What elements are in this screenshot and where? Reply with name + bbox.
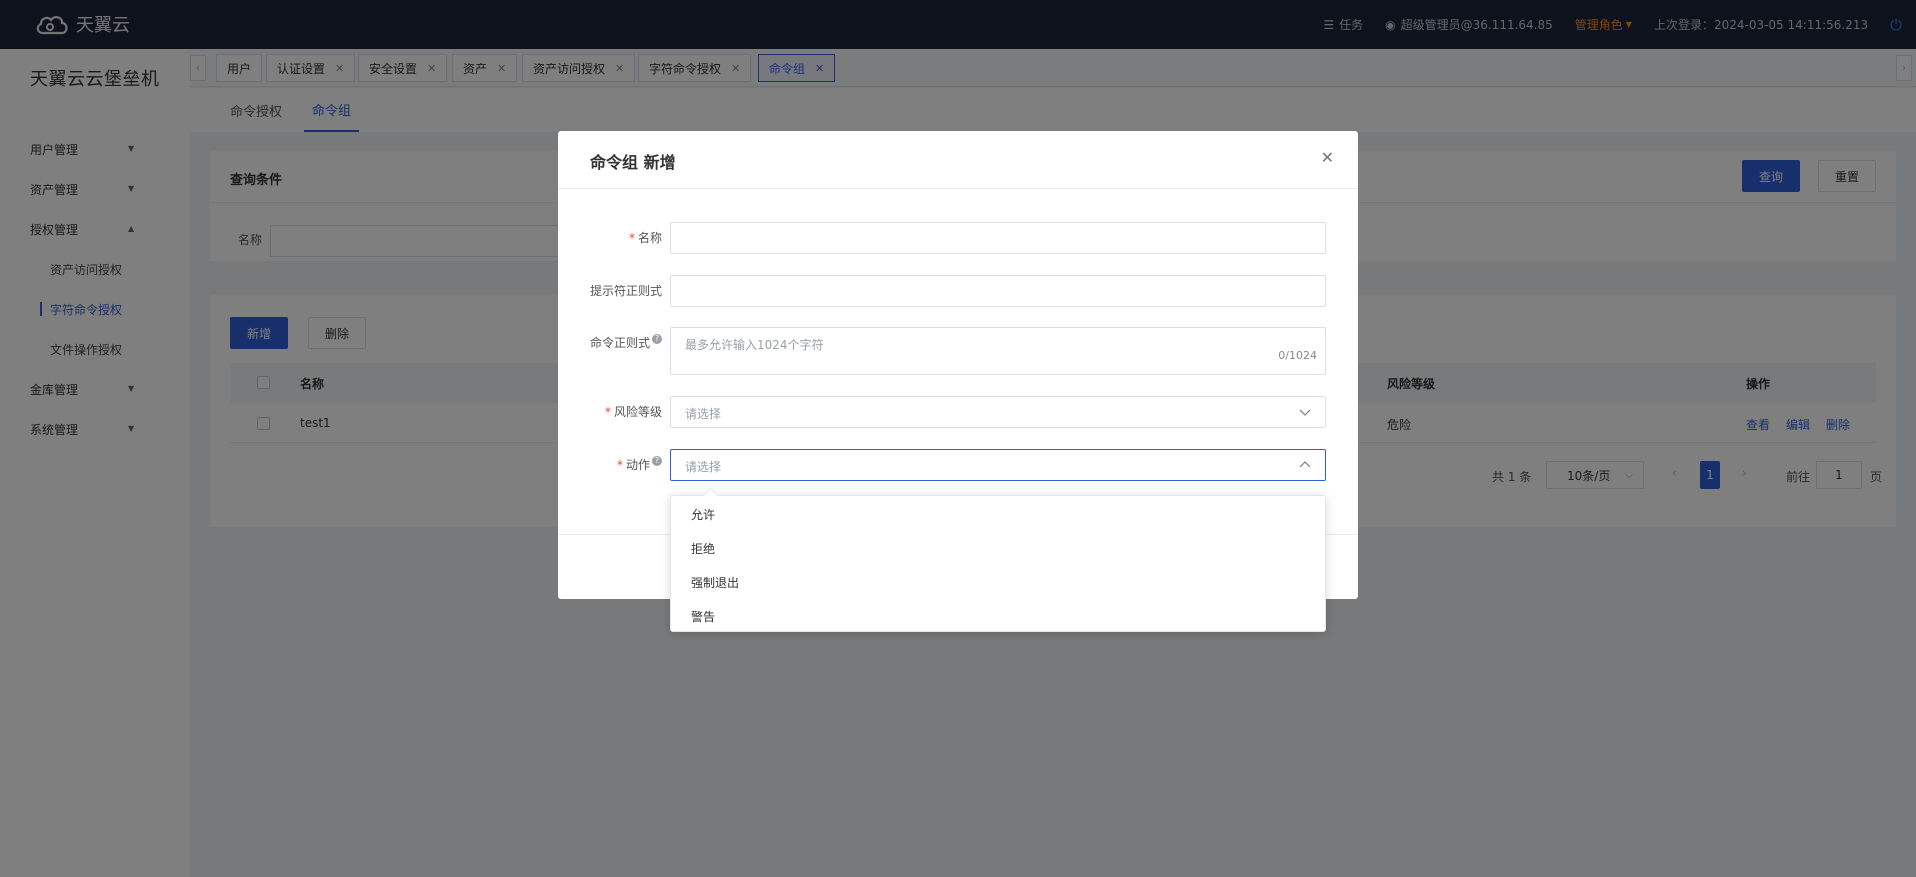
name-field-label: * 名称 — [562, 229, 662, 246]
command-regex-label: 命令正则式? — [562, 334, 662, 351]
risk-level-label: * 风险等级 — [562, 403, 662, 420]
prompt-regex-label: 提示符正则式 — [589, 284, 662, 298]
required-mark: * — [604, 405, 611, 419]
option-deny[interactable]: 拒绝 — [691, 540, 715, 557]
command-regex-textarea[interactable]: 最多允许输入1024个字符 0/1024 — [670, 327, 1326, 375]
dialog-header: 命令组 新增 ✕ — [558, 131, 1358, 189]
label-text: 命令正则式 — [589, 336, 650, 350]
name-input[interactable] — [670, 222, 1326, 254]
label-text: 名称 — [637, 231, 662, 245]
textarea-placeholder: 最多允许输入1024个字符 — [685, 338, 824, 352]
risk-level-select[interactable]: 请选择 — [670, 396, 1326, 428]
action-dropdown: 允许 拒绝 强制退出 警告 — [670, 495, 1326, 632]
action-select[interactable]: 请选择 — [670, 449, 1326, 481]
dialog-title: 命令组 新增 — [590, 153, 676, 172]
help-icon[interactable]: ? — [652, 456, 662, 466]
required-mark: * — [616, 458, 623, 472]
chevron-up-icon — [1299, 461, 1311, 468]
option-warning[interactable]: 警告 — [691, 608, 715, 625]
option-force-exit[interactable]: 强制退出 — [691, 574, 739, 591]
help-icon[interactable]: ? — [652, 334, 662, 344]
label-text: 风险等级 — [613, 405, 662, 419]
close-icon[interactable]: ✕ — [1321, 148, 1334, 167]
option-allow[interactable]: 允许 — [691, 506, 715, 523]
select-placeholder: 请选择 — [685, 460, 722, 474]
action-label: * 动作? — [562, 456, 662, 473]
prompt-regex-input[interactable] — [670, 275, 1326, 307]
chevron-down-icon — [1299, 409, 1311, 416]
char-counter: 0/1024 — [1278, 349, 1317, 362]
label-text: 动作 — [625, 458, 650, 472]
select-placeholder: 请选择 — [685, 407, 722, 421]
required-mark: * — [628, 231, 635, 245]
